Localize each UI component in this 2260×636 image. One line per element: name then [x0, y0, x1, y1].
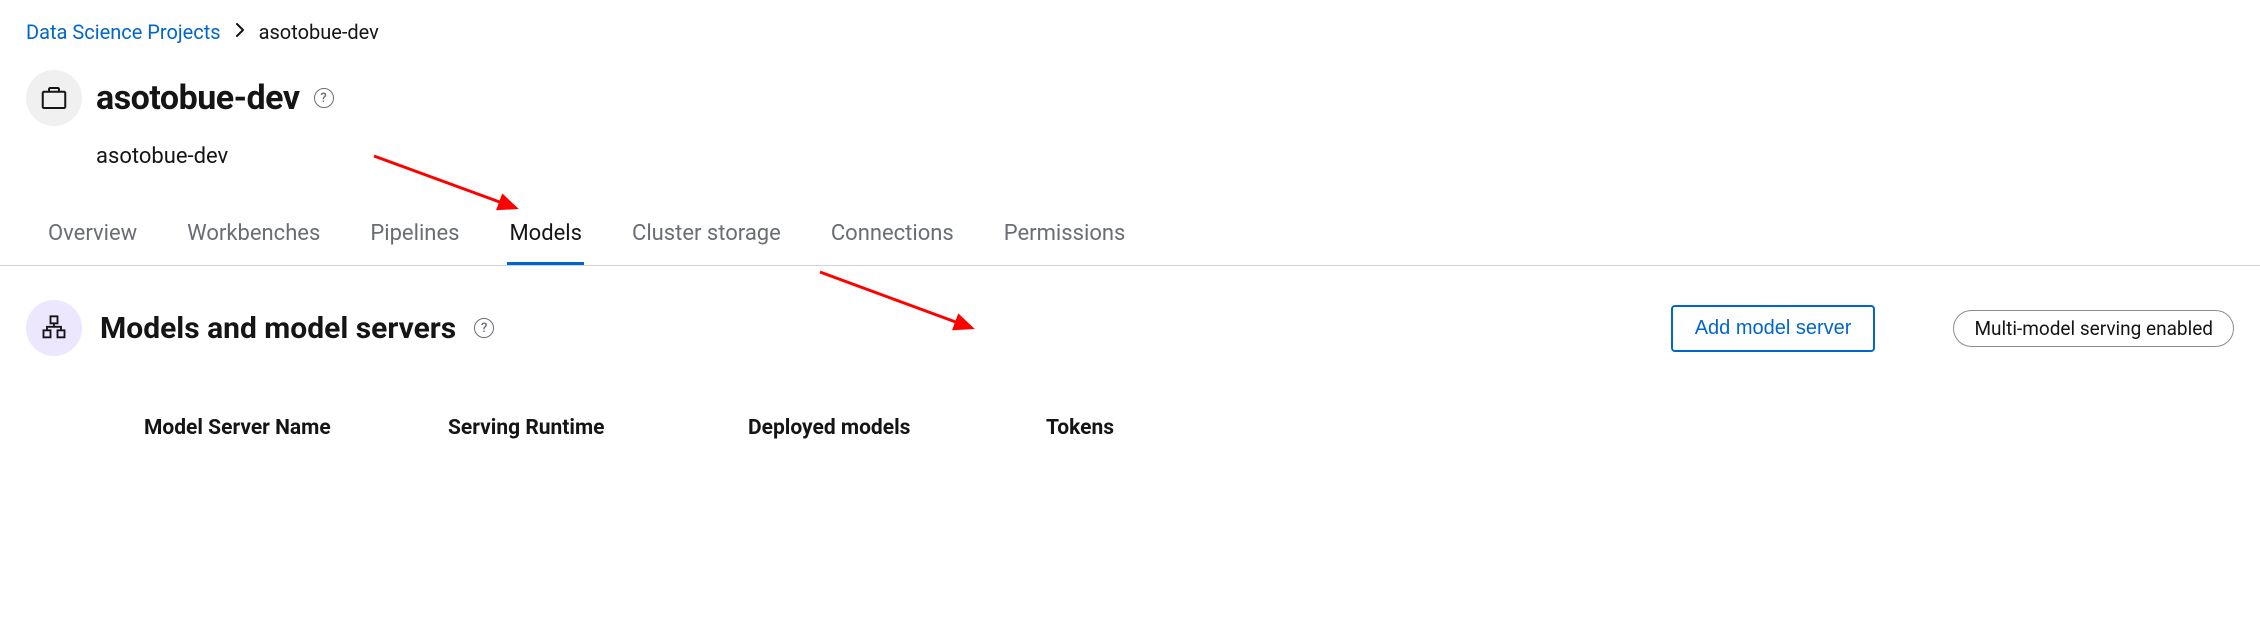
chevron-right-icon — [235, 23, 245, 41]
help-icon[interactable]: ? — [314, 88, 334, 108]
column-header-deployed: Deployed models — [748, 416, 1046, 440]
column-header-name: Model Server Name — [144, 416, 448, 440]
section-title: Models and model servers — [100, 311, 456, 346]
tab-overview[interactable]: Overview — [46, 213, 139, 265]
tab-pipelines[interactable]: Pipelines — [368, 213, 461, 265]
models-icon — [26, 300, 82, 356]
breadcrumb: Data Science Projects asotobue-dev — [26, 20, 2234, 44]
breadcrumb-parent-link[interactable]: Data Science Projects — [26, 20, 221, 44]
help-icon[interactable]: ? — [474, 318, 494, 338]
page-subtitle: asotobue-dev — [96, 144, 2234, 169]
project-icon — [26, 70, 82, 126]
tab-connections[interactable]: Connections — [829, 213, 956, 265]
page-header: asotobue-dev ? — [26, 70, 2234, 126]
tab-cluster-storage[interactable]: Cluster storage — [630, 213, 783, 265]
page-title: asotobue-dev — [96, 78, 300, 118]
column-header-tokens: Tokens — [1046, 416, 1246, 440]
section-header: Models and model servers ? Add model ser… — [26, 300, 2234, 356]
table-header-row: Model Server Name Serving Runtime Deploy… — [26, 416, 2234, 440]
serving-mode-badge: Multi-model serving enabled — [1953, 310, 2234, 347]
column-header-runtime: Serving Runtime — [448, 416, 748, 440]
tab-models[interactable]: Models — [507, 213, 584, 265]
tab-permissions[interactable]: Permissions — [1002, 213, 1128, 265]
tabs: Overview Workbenches Pipelines Models Cl… — [0, 213, 2260, 266]
add-model-server-button[interactable]: Add model server — [1671, 305, 1876, 352]
tab-workbenches[interactable]: Workbenches — [185, 213, 322, 265]
breadcrumb-current: asotobue-dev — [259, 20, 379, 44]
